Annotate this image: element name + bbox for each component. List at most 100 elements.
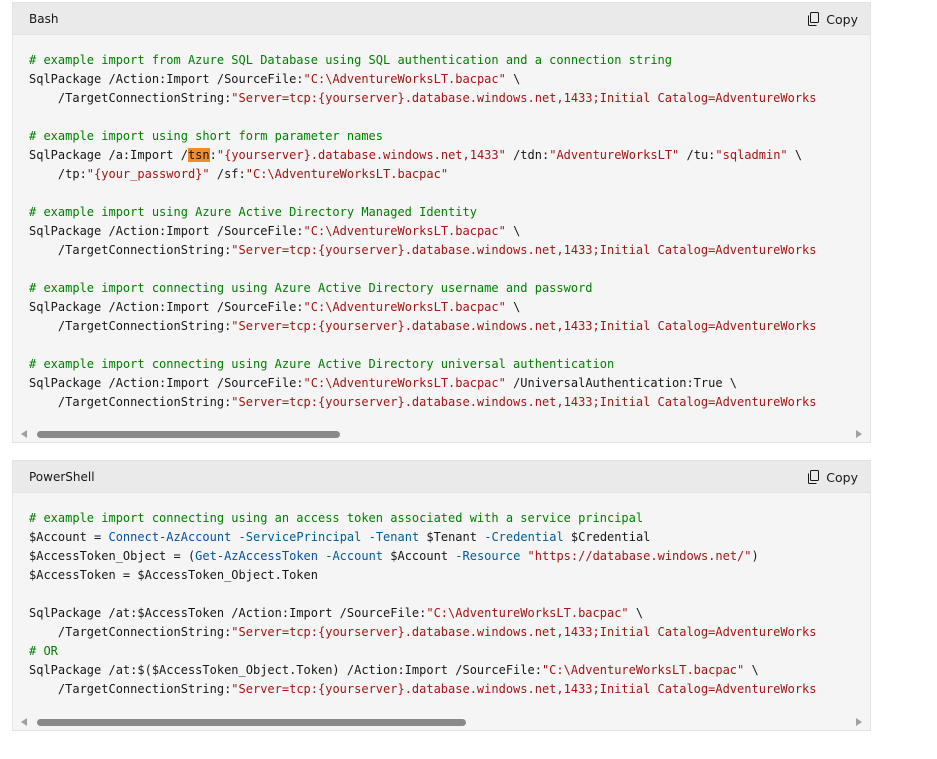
- copy-button[interactable]: Copy: [807, 467, 858, 487]
- code-token: # OR: [29, 644, 58, 658]
- code-token: SqlPackage /a:Import /: [29, 148, 188, 162]
- scrollbar-thumb[interactable]: [37, 719, 466, 726]
- copy-icon: [807, 12, 820, 26]
- code-token: \: [744, 663, 759, 677]
- language-label: PowerShell: [29, 470, 95, 484]
- code-token: SqlPackage /Action:Import /SourceFile:: [29, 376, 304, 390]
- code-token: Get-AzAccessToken: [195, 549, 318, 563]
- code-token: $Account: [383, 549, 456, 563]
- code-token: $AccessToken = $AccessToken_Object.Token: [29, 568, 318, 582]
- code-token: /UniversalAuthentication:True \: [505, 376, 738, 390]
- code-token: $Account =: [29, 530, 109, 544]
- code-line: # OR: [29, 642, 870, 661]
- code-token: -Account: [325, 549, 384, 563]
- code-line: /tp:"{your_password}" /sf:"C:\AdventureW…: [29, 165, 870, 184]
- code-token: \: [505, 300, 521, 314]
- code-token: /TargetConnectionString:: [29, 243, 232, 257]
- code-token: SqlPackage /at:$($AccessToken_Object.Tok…: [29, 663, 542, 677]
- code-line: $AccessToken_Object = (Get-AzAccessToken…: [29, 547, 870, 566]
- copy-button[interactable]: Copy: [807, 9, 858, 29]
- code-token: "C:\AdventureWorksLT.bacpac": [541, 663, 745, 677]
- code-block-header: Bash Copy: [13, 3, 870, 35]
- code-token: # example import connecting using an acc…: [29, 511, 644, 525]
- code-line: /TargetConnectionString:"Server=tcp:{you…: [29, 89, 870, 108]
- code-token: "{your_password}": [86, 167, 210, 181]
- code-line: SqlPackage /Action:Import /SourceFile:"C…: [29, 298, 870, 317]
- code-line: # example import from Azure SQL Database…: [29, 51, 870, 70]
- code-token: /TargetConnectionString:: [29, 395, 232, 409]
- code-line: # example import using Azure Active Dire…: [29, 203, 870, 222]
- code-text: # example import connecting using an acc…: [13, 493, 870, 699]
- code-token: # example import using short form parame…: [29, 129, 384, 143]
- code-token: "AdventureWorksLT": [549, 148, 680, 162]
- code-token: ): [751, 549, 759, 563]
- code-line: /TargetConnectionString:"Server=tcp:{you…: [29, 393, 870, 412]
- code-line: /TargetConnectionString:"Server=tcp:{you…: [29, 317, 870, 336]
- scroll-left-icon[interactable]: [21, 718, 27, 726]
- code-token: /tp:: [29, 167, 87, 181]
- code-token: SqlPackage /Action:Import /SourceFile:: [29, 300, 304, 314]
- code-area[interactable]: # example import connecting using an acc…: [13, 493, 870, 714]
- code-token: SqlPackage /Action:Import /SourceFile:: [29, 224, 304, 238]
- code-token: "Server=tcp:{yourserver}.database.window…: [231, 625, 817, 639]
- code-token: "C:\AdventureWorksLT.bacpac": [303, 224, 506, 238]
- code-token: -Resource: [455, 549, 521, 563]
- code-line: # example import connecting using an acc…: [29, 509, 870, 528]
- code-token: /TargetConnectionString:: [29, 319, 232, 333]
- code-token: "C:\AdventureWorksLT.bacpac": [303, 72, 506, 86]
- scroll-right-icon[interactable]: [856, 718, 862, 726]
- code-line: SqlPackage /at:$AccessToken /Action:Impo…: [29, 604, 870, 623]
- language-label: Bash: [29, 12, 59, 26]
- code-token: # example import connecting using Azure …: [29, 281, 593, 295]
- code-line: # example import connecting using Azure …: [29, 355, 870, 374]
- copy-label: Copy: [826, 469, 858, 485]
- horizontal-scrollbar[interactable]: [13, 426, 870, 442]
- code-token: -Tenant: [368, 530, 420, 544]
- scroll-left-icon[interactable]: [21, 430, 27, 438]
- code-token: $Credential: [563, 530, 651, 544]
- code-token: # example import connecting using Azure …: [29, 357, 615, 371]
- code-token: Connect-AzAccount: [108, 530, 232, 544]
- code-token: /TargetConnectionString:: [29, 682, 232, 696]
- code-line: /TargetConnectionString:"Server=tcp:{you…: [29, 623, 870, 642]
- code-token: # example import from Azure SQL Database…: [29, 53, 672, 67]
- copy-icon: [807, 470, 820, 484]
- horizontal-scrollbar[interactable]: [13, 714, 870, 730]
- code-line: # example import using short form parame…: [29, 127, 870, 146]
- code-line: SqlPackage /Action:Import /SourceFile:"C…: [29, 70, 870, 89]
- code-token: "{yourserver}.database.windows.net,1433": [216, 148, 506, 162]
- code-area[interactable]: # example import from Azure SQL Database…: [13, 35, 870, 426]
- code-token: /sf:: [209, 167, 246, 181]
- code-token: "https://database.windows.net/": [527, 549, 752, 563]
- code-token: "Server=tcp:{yourserver}.database.window…: [231, 319, 817, 333]
- code-token: \: [787, 148, 803, 162]
- code-token: :: [209, 148, 217, 162]
- code-token: "Server=tcp:{yourserver}.database.window…: [231, 395, 817, 409]
- code-line: $AccessToken = $AccessToken_Object.Token: [29, 566, 870, 585]
- scrollbar-thumb[interactable]: [37, 431, 340, 438]
- code-line: SqlPackage /Action:Import /SourceFile:"C…: [29, 222, 870, 241]
- code-token: # example import using Azure Active Dire…: [29, 205, 477, 219]
- code-block-powershell: PowerShell Copy # example import connect…: [12, 460, 871, 731]
- code-line: SqlPackage /Action:Import /SourceFile:"C…: [29, 374, 870, 393]
- code-token: /tu:: [679, 148, 716, 162]
- code-token: SqlPackage /at:$AccessToken /Action:Impo…: [29, 606, 427, 620]
- code-token: \: [505, 72, 521, 86]
- code-token: /tdn:: [505, 148, 550, 162]
- code-token: "C:\AdventureWorksLT.bacpac": [303, 300, 506, 314]
- code-token: -ServicePrincipal: [238, 530, 362, 544]
- scroll-right-icon[interactable]: [856, 430, 862, 438]
- code-token: \: [505, 224, 521, 238]
- code-token: \: [628, 606, 644, 620]
- code-line: /TargetConnectionString:"Server=tcp:{you…: [29, 680, 870, 699]
- code-line: SqlPackage /a:Import /tsn:"{yourserver}.…: [29, 146, 870, 165]
- code-token: -Credential: [484, 530, 564, 544]
- code-line: $Account = Connect-AzAccount -ServicePri…: [29, 528, 870, 547]
- copy-label: Copy: [826, 11, 858, 27]
